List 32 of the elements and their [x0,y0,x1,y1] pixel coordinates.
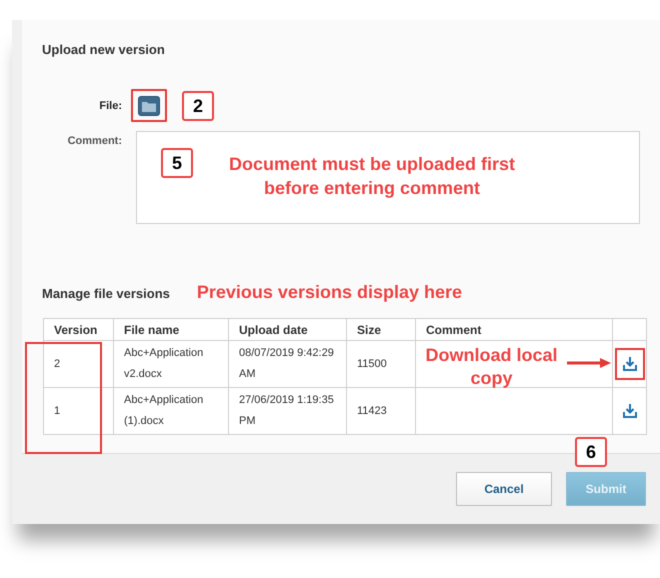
comment-label: Comment: [66,134,122,147]
cancel-button[interactable]: Cancel [456,472,552,506]
annotation-note: Document must be uploaded first before entering comment [228,153,516,200]
annotation-note: Download local copy [424,344,558,390]
table-cell: 11423 [346,388,416,434]
browse-button[interactable] [138,96,160,116]
arrow [566,357,612,369]
callout-number: 6 [575,437,607,467]
table-cell: Abc+Application v2.docx [114,340,228,388]
download-icon [622,357,636,371]
annotation-note: Previous versions display here [196,281,462,304]
file-label: File: [98,100,122,112]
folder-icon [142,100,156,112]
table-cell: 1 [44,388,114,434]
column-header: Upload date [228,318,346,340]
callout-number: 2 [182,91,214,121]
table-cell: 27/06/2019 1:19:35 PM [228,388,346,434]
column-header: Size [346,318,416,340]
dialog-title: Upload new version [42,42,166,57]
column-header: Version [44,318,114,340]
highlight-box [131,89,167,122]
section-title: Manage file versions [42,286,170,301]
callout-number: 5 [161,148,193,178]
table-cell: 11500 [346,340,416,388]
column-header: Comment [416,318,612,340]
table-cell: 08/07/2019 9:42:29 AM [228,340,346,388]
download-button[interactable] [614,348,644,380]
table-cell: Abc+Application (1).docx [114,388,228,434]
comment-field[interactable]: 5 Document must be uploaded first before entering comment [136,131,640,224]
table-cell: 2 [44,340,114,388]
download-icon [622,404,636,418]
column-header: File name [114,318,228,340]
